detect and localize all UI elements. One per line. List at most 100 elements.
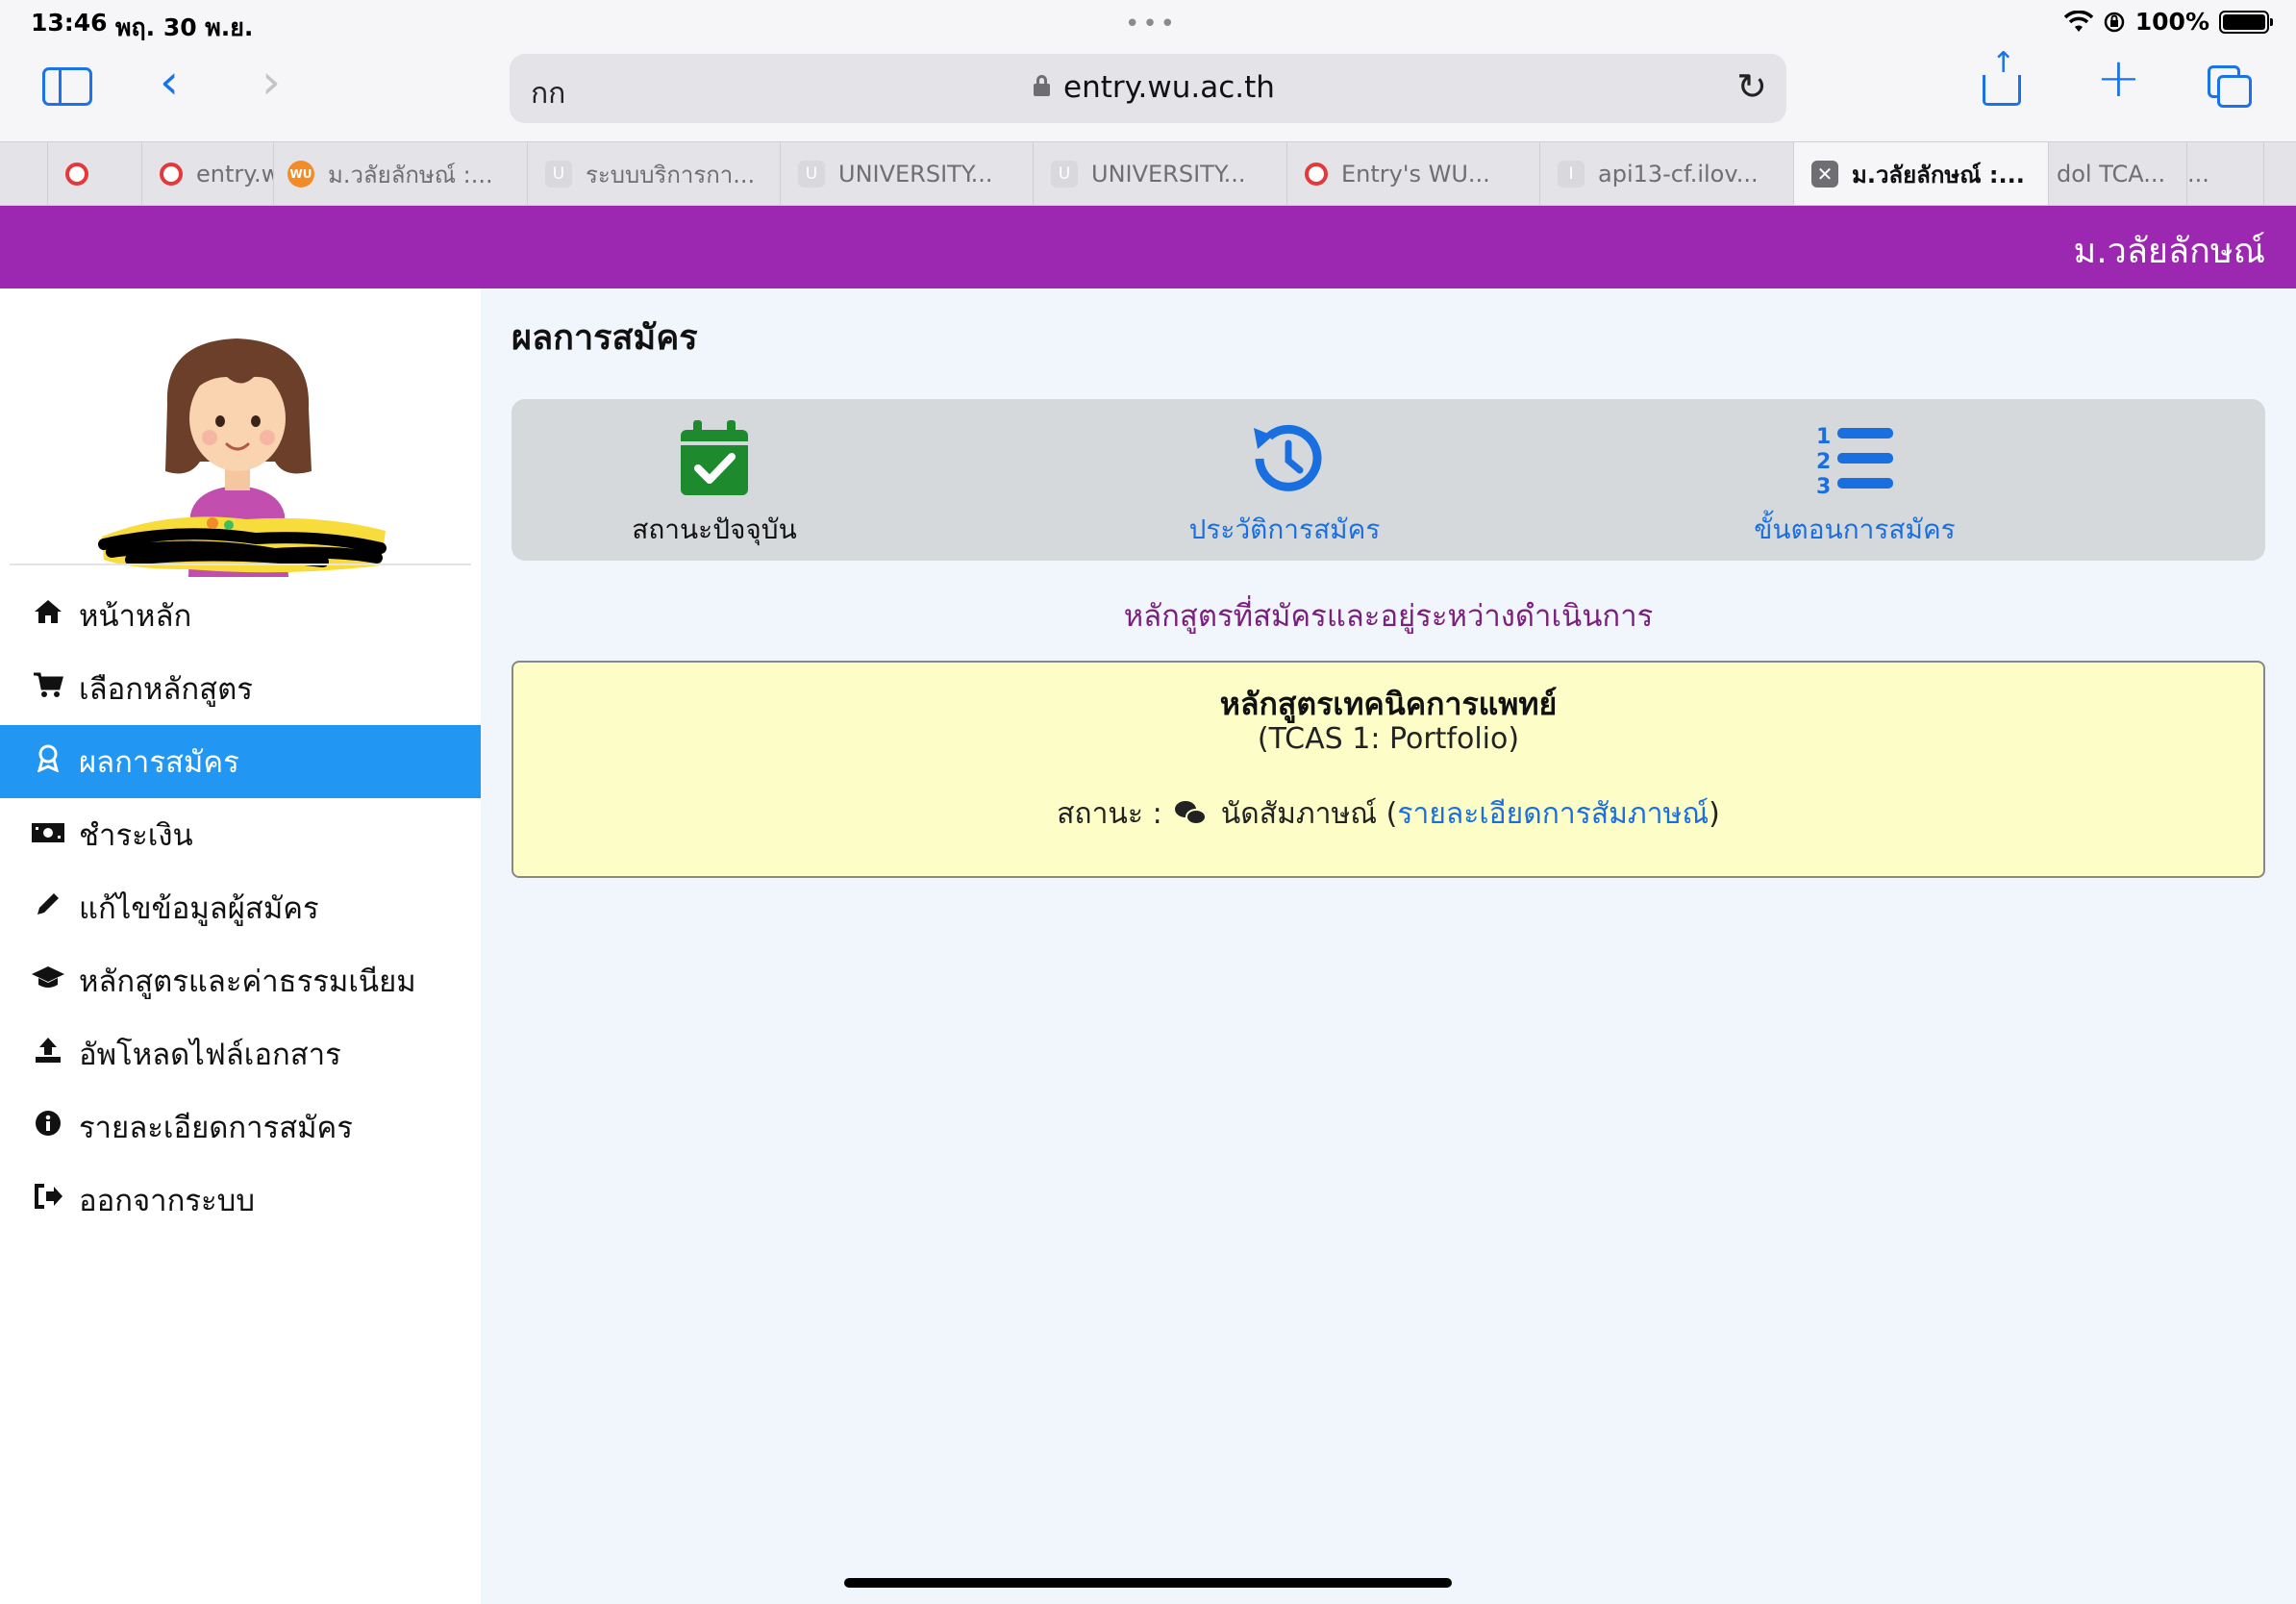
sidebar-menu: หน้าหลัก เลือกหลักสูตร ผลการสมัคร ชำระเง… bbox=[0, 579, 481, 1237]
current-status-option[interactable]: สถานะปัจจุบัน bbox=[522, 420, 907, 551]
interview-details-link[interactable]: รายละเอียดการสัมภาษณ์ bbox=[1397, 797, 1709, 831]
text-size-button[interactable]: กก bbox=[531, 71, 565, 116]
sidebar-item-label: แก้ไขข้อมูลผู้สมัคร bbox=[79, 891, 319, 926]
sidebar-item-application-details[interactable]: รายละเอียดการสมัคร bbox=[0, 1090, 481, 1164]
sidebar-item-programs-fees[interactable]: หลักสูตรและค่าธรรมเนียม bbox=[0, 944, 481, 1017]
main-content: ผลการสมัคร สถานะปัจจุบัน ประวัติการสมัคร… bbox=[481, 288, 2296, 1604]
sidebar-item-home[interactable]: หน้าหลัก bbox=[0, 579, 481, 652]
sidebar: หน้าหลัก เลือกหลักสูตร ผลการสมัคร ชำระเง… bbox=[0, 288, 481, 1604]
browser-tab[interactable]: U UNIVERSITY... bbox=[1034, 142, 1287, 205]
tab-overview-icon[interactable] bbox=[2208, 65, 2252, 108]
result-nav-panel: สถานะปัจจุบัน ประวัติการสมัคร 1 2 3 ขั้น… bbox=[512, 399, 2265, 561]
sidebar-item-label: เลือกหลักสูตร bbox=[79, 672, 253, 707]
upload-icon bbox=[31, 1036, 65, 1072]
nav-option-label: ประวัติการสมัคร bbox=[1188, 514, 1381, 545]
sidebar-item-label: ออกจากระบบ bbox=[79, 1184, 256, 1218]
clock: 13:46 bbox=[31, 9, 108, 37]
award-icon bbox=[31, 743, 65, 780]
tab-label: UNIVERSITY... bbox=[1091, 161, 1246, 188]
program-round: (TCAS 1: Portfolio) bbox=[1257, 722, 1520, 756]
tab-edge bbox=[0, 142, 48, 205]
nav-option-label: ขั้นตอนการสมัคร bbox=[1754, 514, 1956, 545]
sidebar-item-upload[interactable]: อัพโหลดไฟล์เอกสาร bbox=[0, 1017, 481, 1090]
status-indicators: 100% bbox=[2063, 8, 2273, 36]
status-bar: 13:46 พฤ. 30 พ.ย. ••• 100% bbox=[0, 0, 2296, 48]
lock-icon bbox=[1034, 75, 1050, 96]
close-tab-icon[interactable]: ✕ bbox=[1811, 161, 1838, 188]
forward-button[interactable]: › bbox=[262, 58, 281, 106]
multitasking-dots-icon[interactable]: ••• bbox=[1125, 10, 1178, 38]
new-tab-icon[interactable]: + bbox=[2096, 52, 2141, 106]
wifi-icon bbox=[2063, 10, 2093, 32]
tab-label: ม.วลัยลักษณ์ :... bbox=[1852, 161, 2025, 188]
tab-strip: entry.w WU ม.วลัยลักษณ์ :... U ระบบบริกา… bbox=[0, 141, 2296, 206]
browser-tab[interactable]: U ระบบบริการกา... bbox=[528, 142, 781, 205]
home-indicator[interactable] bbox=[844, 1578, 1452, 1588]
tab-label: dol TCA... bbox=[2057, 161, 2166, 188]
home-icon bbox=[31, 598, 65, 633]
program-status-line: สถานะ : นัดสัมภาษณ์ (รายละเอียดการสัมภาษ… bbox=[513, 791, 2263, 837]
browser-tab[interactable]: WU ม.วลัยลักษณ์ :... bbox=[274, 142, 528, 205]
tab-label: entry.w bbox=[196, 161, 274, 188]
letter-u-icon: U bbox=[1051, 161, 1078, 188]
pencil-icon bbox=[31, 890, 65, 926]
sidebar-item-payment[interactable]: ชำระเงิน bbox=[0, 798, 481, 871]
tab-label: ... bbox=[2187, 161, 2209, 188]
sidebar-item-label: รายละเอียดการสมัคร bbox=[79, 1111, 353, 1145]
calendar-check-icon bbox=[681, 420, 748, 495]
open-paren: ( bbox=[1385, 797, 1398, 831]
browser-tab-active[interactable]: ✕ ม.วลัยลักษณ์ :... bbox=[1794, 142, 2049, 205]
browser-tab[interactable]: Entry's WU... bbox=[1287, 142, 1540, 205]
status-value: นัดสัมภาษณ์ bbox=[1220, 797, 1378, 831]
orientation-lock-icon bbox=[2104, 12, 2125, 32]
ordered-list-icon: 1 2 3 bbox=[1816, 425, 1893, 499]
back-button[interactable]: ‹ bbox=[160, 58, 179, 106]
status-label: สถานะ : bbox=[1057, 797, 1162, 831]
browser-toolbar: ‹ › กก entry.wu.ac.th ↻ ↑ + bbox=[0, 46, 2296, 141]
sidebar-item-label: หลักสูตรและค่าธรรมเนียม bbox=[79, 965, 416, 999]
sidebar-item-select-program[interactable]: เลือกหลักสูตร bbox=[0, 652, 481, 725]
sidebar-item-label: หน้าหลัก bbox=[79, 599, 192, 634]
avatar bbox=[98, 338, 387, 577]
reload-icon[interactable]: ↻ bbox=[1736, 65, 1767, 108]
browser-tab[interactable]: entry.w bbox=[142, 142, 274, 205]
tab-label: ระบบบริการกา... bbox=[586, 161, 756, 188]
comments-icon bbox=[1175, 801, 1208, 826]
browser-tab[interactable] bbox=[48, 142, 142, 205]
letter-u-icon: U bbox=[798, 161, 825, 188]
address-bar[interactable]: กก entry.wu.ac.th ↻ bbox=[510, 54, 1786, 123]
program-card: หลักสูตรเทคนิคการแพทย์ (TCAS 1: Portfoli… bbox=[512, 661, 2265, 878]
browser-tab[interactable]: I api13-cf.ilov... bbox=[1540, 142, 1794, 205]
svg-text:1: 1 bbox=[1816, 425, 1831, 449]
red-circle-icon bbox=[65, 163, 88, 186]
sidebar-item-logout[interactable]: ออกจากระบบ bbox=[0, 1164, 481, 1237]
cart-icon bbox=[31, 671, 65, 706]
tab-label: Entry's WU... bbox=[1341, 161, 1490, 188]
share-icon[interactable]: ↑ bbox=[1983, 46, 2021, 106]
svg-text:2: 2 bbox=[1816, 450, 1831, 474]
nav-option-label: สถานะปัจจุบัน bbox=[632, 514, 797, 545]
letter-u-icon: U bbox=[545, 161, 572, 188]
red-circle-icon bbox=[160, 163, 183, 186]
sidebar-toggle-icon[interactable] bbox=[42, 67, 92, 106]
sidebar-divider bbox=[10, 564, 471, 565]
browser-tab[interactable]: U UNIVERSITY... bbox=[781, 142, 1034, 205]
sidebar-item-label: ชำระเงิน bbox=[79, 818, 193, 853]
application-history-option[interactable]: ประวัติการสมัคร bbox=[1092, 420, 1477, 551]
tab-label: UNIVERSITY... bbox=[838, 161, 993, 188]
sidebar-item-edit-profile[interactable]: แก้ไขข้อมูลผู้สมัคร bbox=[0, 871, 481, 944]
site-brand[interactable]: ม.วลัยลักษณ์ bbox=[2073, 223, 2265, 278]
history-icon bbox=[1254, 424, 1322, 491]
application-steps-option[interactable]: 1 2 3 ขั้นตอนการสมัคร bbox=[1662, 420, 2047, 551]
sidebar-item-results[interactable]: ผลการสมัคร bbox=[0, 725, 481, 798]
wu-logo-icon: WU bbox=[287, 161, 314, 188]
battery-icon bbox=[2219, 10, 2273, 34]
browser-tab[interactable]: ... bbox=[2187, 142, 2264, 205]
battery-percent: 100% bbox=[2134, 8, 2209, 36]
sidebar-item-label: อัพโหลดไฟล์เอกสาร bbox=[79, 1038, 341, 1072]
date: พฤ. 30 พ.ย. bbox=[115, 13, 254, 41]
letter-i-icon: I bbox=[1558, 161, 1585, 188]
url-text[interactable]: entry.wu.ac.th bbox=[1063, 70, 1275, 105]
page-title: ผลการสมัคร bbox=[512, 318, 698, 358]
browser-tab[interactable]: dol TCA... bbox=[2049, 142, 2187, 205]
